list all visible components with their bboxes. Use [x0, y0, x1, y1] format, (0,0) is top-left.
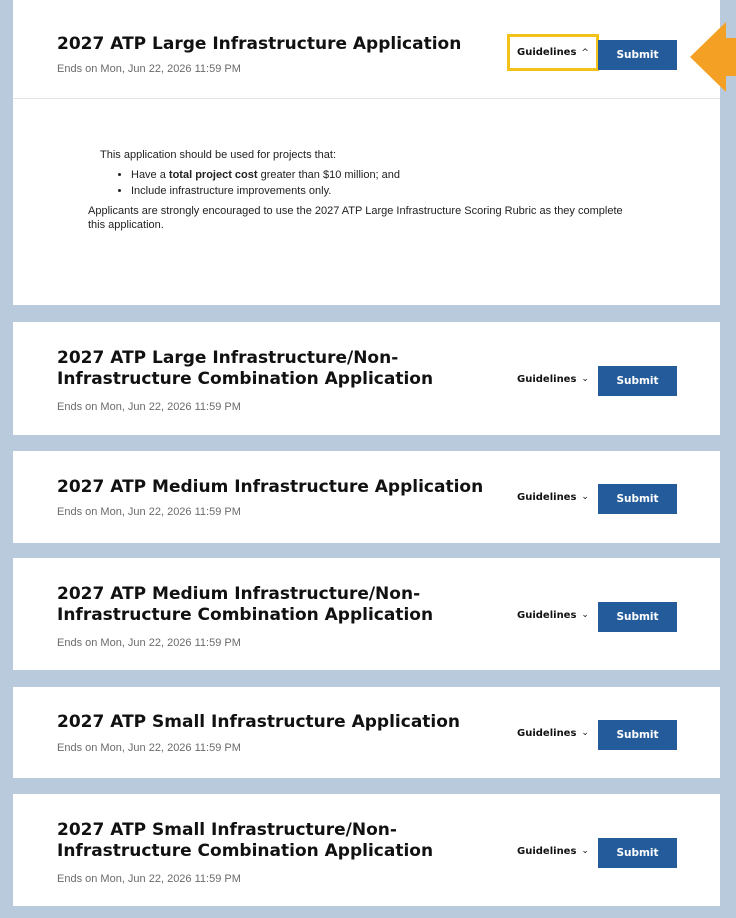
- submit-button[interactable]: Submit: [598, 602, 677, 632]
- chevron-down-icon: ⌄: [581, 610, 589, 620]
- card-title: 2027 ATP Small Infrastructure Applicatio…: [57, 712, 461, 732]
- guidelines-label: Guidelines: [517, 609, 577, 621]
- guidelines-label: Guidelines: [517, 373, 577, 385]
- guidelines-bullet: Have a total project cost greater than $…: [131, 168, 648, 182]
- submit-button[interactable]: Submit: [598, 366, 677, 396]
- chevron-down-icon: ⌄: [581, 728, 589, 738]
- submit-button[interactable]: Submit: [598, 720, 677, 750]
- chevron-down-icon: ⌄: [581, 374, 589, 384]
- submit-button[interactable]: Submit: [598, 40, 677, 70]
- guidelines-toggle[interactable]: Guidelines ⌄: [507, 366, 599, 392]
- chevron-down-icon: ⌄: [581, 846, 589, 856]
- guidelines-label: Guidelines: [517, 727, 577, 739]
- guidelines-label: Guidelines: [517, 845, 577, 857]
- card-end-date: Ends on Mon, Jun 22, 2026 11:59 PM: [57, 873, 241, 885]
- guidelines-list: Have a total project cost greater than $…: [88, 168, 648, 198]
- card-end-date: Ends on Mon, Jun 22, 2026 11:59 PM: [57, 742, 241, 754]
- pointer-arrow-icon: [690, 22, 736, 92]
- application-card-medium-infrastructure: 2027 ATP Medium Infrastructure Applicati…: [13, 451, 720, 543]
- application-card-small-infrastructure: 2027 ATP Small Infrastructure Applicatio…: [13, 687, 720, 778]
- card-title: 2027 ATP Large Infrastructure/Non-Infras…: [57, 348, 434, 389]
- card-end-date: Ends on Mon, Jun 22, 2026 11:59 PM: [57, 506, 241, 518]
- guidelines-panel: This application should be used for proj…: [88, 148, 648, 238]
- application-card-large-infrastructure: 2027 ATP Large Infrastructure Applicatio…: [13, 0, 720, 305]
- guidelines-toggle[interactable]: Guidelines ⌄: [507, 484, 599, 510]
- card-end-date: Ends on Mon, Jun 22, 2026 11:59 PM: [57, 401, 241, 413]
- submit-button[interactable]: Submit: [598, 484, 677, 514]
- guidelines-label: Guidelines: [517, 491, 577, 503]
- chevron-up-icon: ^: [581, 47, 589, 58]
- application-card-medium-combination: 2027 ATP Medium Infrastructure/Non-Infra…: [13, 558, 720, 670]
- card-divider: [13, 98, 720, 99]
- card-end-date: Ends on Mon, Jun 22, 2026 11:59 PM: [57, 637, 241, 649]
- card-title: 2027 ATP Small Infrastructure/Non-Infras…: [57, 820, 434, 861]
- guidelines-note: Applicants are strongly encouraged to us…: [88, 205, 623, 231]
- chevron-down-icon: ⌄: [581, 492, 589, 502]
- guidelines-toggle[interactable]: Guidelines ⌄: [507, 838, 599, 864]
- application-card-large-combination: 2027 ATP Large Infrastructure/Non-Infras…: [13, 322, 720, 435]
- guidelines-label: Guidelines: [517, 47, 577, 58]
- card-title: 2027 ATP Medium Infrastructure/Non-Infra…: [57, 584, 434, 625]
- guidelines-intro: This application should be used for proj…: [100, 149, 337, 161]
- card-title: 2027 ATP Large Infrastructure Applicatio…: [57, 34, 462, 54]
- card-end-date: Ends on Mon, Jun 22, 2026 11:59 PM: [57, 63, 241, 75]
- guidelines-toggle[interactable]: Guidelines ⌄: [507, 720, 599, 746]
- application-card-small-combination: 2027 ATP Small Infrastructure/Non-Infras…: [13, 794, 720, 906]
- submit-button[interactable]: Submit: [598, 838, 677, 868]
- guidelines-toggle[interactable]: Guidelines ^: [507, 34, 599, 71]
- guidelines-bullet: Include infrastructure improvements only…: [131, 184, 648, 198]
- guidelines-toggle[interactable]: Guidelines ⌄: [507, 602, 599, 628]
- card-title: 2027 ATP Medium Infrastructure Applicati…: [57, 477, 484, 497]
